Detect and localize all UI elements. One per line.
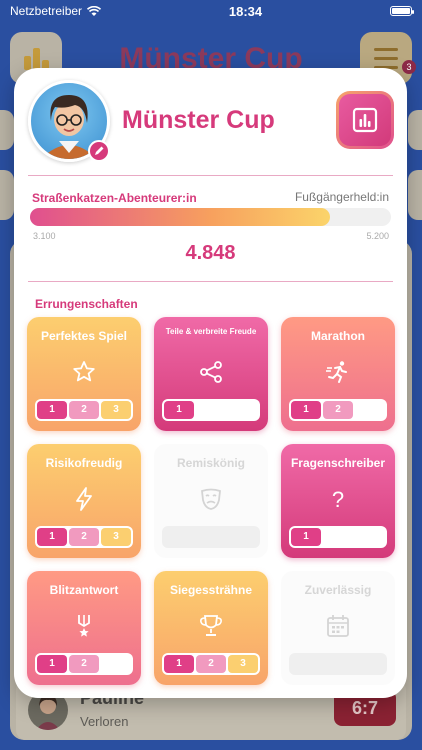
achievement-level-segment: 3 xyxy=(101,528,131,546)
pencil-icon xyxy=(95,146,104,155)
achievement-card[interactable]: Perfektes Spiel 1 2 3 xyxy=(27,317,141,431)
achievement-title: Risikofreudig xyxy=(45,456,123,470)
achievement-card[interactable]: Blitzantwort 1 2 xyxy=(27,571,141,685)
calendar-icon xyxy=(327,615,349,637)
status-bar: Netzbetreiber 18:34 xyxy=(0,0,422,22)
achievement-title: Siegessträhne xyxy=(169,583,253,597)
achievement-level-segment: 2 xyxy=(69,401,99,419)
achievement-title: Marathon xyxy=(311,329,365,343)
achievements-heading: Errungenschaften xyxy=(35,297,138,311)
achievement-title: Zuverlässig xyxy=(304,583,372,597)
game-status: Verloren xyxy=(80,714,129,729)
clock: 18:34 xyxy=(228,3,263,19)
achievement-title: Remiskönig xyxy=(176,456,245,470)
background-block xyxy=(0,170,14,220)
achievement-level-segment: 3 xyxy=(228,655,258,673)
carrier-label: Netzbetreiber xyxy=(10,4,83,18)
achievement-level-bar: 1 xyxy=(162,399,260,421)
achievement-card: Zuverlässig xyxy=(281,571,395,685)
medal-icon xyxy=(78,615,90,637)
lightning-icon xyxy=(76,487,92,511)
achievement-level-bar: 123 xyxy=(162,653,260,675)
achievement-title: Fragenschreiber xyxy=(290,456,386,470)
star-icon xyxy=(73,361,95,382)
achievement-level-bar: 123 xyxy=(35,526,133,548)
next-rank-label: Fußgängerheld:in xyxy=(294,190,389,204)
battery-icon xyxy=(389,6,414,16)
question-icon: ? xyxy=(332,487,344,512)
achievement-title: Perfektes Spiel xyxy=(40,329,128,343)
achievement-level-segment: 3 xyxy=(101,401,131,419)
achievement-card[interactable]: Risikofreudig 1 2 3 xyxy=(27,444,141,558)
divider xyxy=(28,281,393,282)
achievement-level-bar: 12 xyxy=(35,653,133,675)
wifi-icon xyxy=(87,5,102,16)
carrier-info: Netzbetreiber xyxy=(10,4,102,18)
achievement-card: Remiskönig xyxy=(154,444,268,558)
achievement-level-bar xyxy=(162,526,260,548)
achievement-level-bar: 12 xyxy=(289,399,387,421)
rank-progress-bar xyxy=(30,208,391,226)
achievement-title: Blitzantwort xyxy=(49,583,119,597)
achievement-level-segment: 1 xyxy=(164,401,194,419)
share-icon xyxy=(200,361,222,383)
edit-avatar-button[interactable] xyxy=(88,140,110,162)
achievement-card[interactable]: Fragenschreiber? 1 xyxy=(281,444,395,558)
stats-button[interactable] xyxy=(336,91,394,149)
runner-icon xyxy=(326,361,347,383)
achievement-card[interactable]: Teile & verbreite Freude 1 xyxy=(154,317,268,431)
rank-progress-fill xyxy=(30,208,330,226)
achievement-card[interactable]: Marathon 1 2 xyxy=(281,317,395,431)
achievement-level-bar: 123 xyxy=(35,399,133,421)
achievement-level-segment: 1 xyxy=(37,655,67,673)
achievement-level-segment: 2 xyxy=(69,655,99,673)
achievement-level-segment: 1 xyxy=(164,655,194,673)
achievement-title: Teile & verbreite Freude xyxy=(165,327,257,336)
range-min-label: 3.100 xyxy=(33,231,56,241)
achievement-level-segment: 2 xyxy=(323,401,353,419)
background-block xyxy=(408,170,422,220)
achievement-level-segment: 1 xyxy=(291,401,321,419)
divider xyxy=(28,175,393,176)
achievement-level-segment: 2 xyxy=(69,528,99,546)
svg-text:?: ? xyxy=(332,487,344,512)
range-max-label: 5.200 xyxy=(366,231,389,241)
profile-modal: Münster Cup Straßenkatzen-Abenteurer:in … xyxy=(14,68,407,698)
achievement-level-bar: 1 xyxy=(289,526,387,548)
current-rank-label: Straßenkatzen-Abenteurer:in xyxy=(32,191,197,205)
achievement-level-segment: 1 xyxy=(37,528,67,546)
points-value: 4.848 xyxy=(185,242,236,264)
background-block xyxy=(0,110,14,150)
background-notification-badge: 3 xyxy=(402,60,416,74)
trophy-icon xyxy=(200,615,222,636)
achievement-level-segment: 2 xyxy=(196,655,226,673)
mask-icon xyxy=(201,488,221,510)
page-title: Münster Cup xyxy=(122,106,275,134)
achievement-card[interactable]: Siegessträhne 1 2 3 xyxy=(154,571,268,685)
achievement-level-bar xyxy=(289,653,387,675)
achievement-level-segment: 1 xyxy=(37,401,67,419)
background-block xyxy=(408,110,422,150)
achievement-level-segment: 1 xyxy=(291,528,321,546)
bar-chart-icon xyxy=(352,107,378,133)
